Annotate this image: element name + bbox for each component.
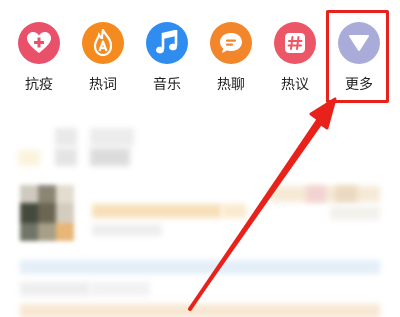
mosaic-block [90, 148, 130, 166]
heart-plus-icon [18, 22, 60, 64]
hashtag-icon [274, 22, 316, 64]
highlight-frame [326, 10, 389, 103]
mosaic-block [55, 148, 77, 166]
mosaic-block [92, 224, 162, 236]
mosaic-block [90, 282, 150, 296]
shortcut-label: 音乐 [153, 77, 181, 93]
mosaic-block [90, 128, 134, 146]
shortcut-reliao[interactable]: 热聊 [199, 22, 263, 102]
mosaic-block [20, 304, 380, 317]
shortcut-reci[interactable]: 热词 [71, 22, 135, 102]
shortcut-reyi[interactable]: 热议 [263, 22, 327, 102]
mosaic-block [55, 128, 77, 146]
mosaic-block [18, 150, 40, 166]
shortcut-yinyue[interactable]: 音乐 [135, 22, 199, 102]
mosaic-block [306, 186, 326, 202]
mosaic-block [222, 204, 246, 218]
thumbnail-image [20, 185, 74, 241]
mosaic-block [330, 206, 380, 220]
flame-a-icon [82, 22, 124, 64]
chat-bubble-icon [210, 22, 252, 64]
shortcut-label: 热议 [281, 77, 309, 93]
screenshot-stage: 抗疫 热词 音乐 热聊 热议 更多 [0, 0, 400, 317]
shortcut-label: 热聊 [217, 77, 245, 93]
music-note-icon [146, 22, 188, 64]
shortcut-label: 热词 [89, 77, 117, 93]
mosaic-block [20, 282, 90, 296]
mosaic-block [92, 204, 222, 218]
mosaic-block [20, 260, 380, 274]
shortcut-label: 抗疫 [25, 77, 53, 93]
shortcut-kangyi[interactable]: 抗疫 [7, 22, 71, 102]
mosaic-block [335, 186, 357, 202]
